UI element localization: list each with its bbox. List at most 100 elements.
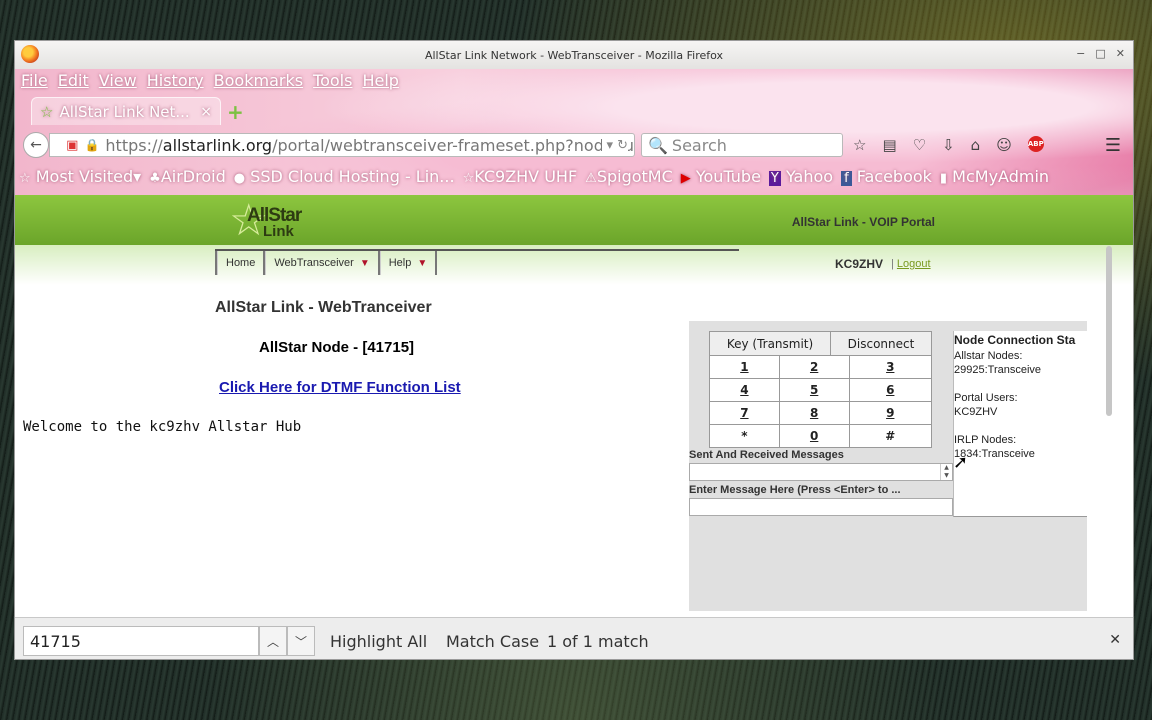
- portal-title: AllStar Link - VOIP Portal: [791, 215, 935, 229]
- star-icon: ☆: [462, 171, 475, 186]
- key-0[interactable]: 0: [778, 424, 850, 448]
- dtmf-function-link[interactable]: Click Here for DTMF Function List: [219, 379, 461, 396]
- dtmf-keypad: Key (Transmit) Disconnect: [709, 331, 932, 356]
- find-result-count: 1 of 1 match: [547, 632, 649, 651]
- pocket-icon[interactable]: ♡: [913, 136, 926, 154]
- key-6[interactable]: 6: [848, 378, 933, 402]
- back-button[interactable]: ←: [23, 132, 49, 158]
- bookmark-ssd-cloud[interactable]: ● SSD Cloud Hosting - Lin...: [234, 167, 455, 186]
- url-bar[interactable]: ▣ 🔒 https://allstarlink.org/portal/webtr…: [49, 133, 635, 157]
- user-callsign: KC9ZHV: [835, 257, 884, 271]
- bookmark-youtube[interactable]: ▶ YouTube: [681, 167, 761, 186]
- minimize-icon[interactable]: −: [1076, 47, 1085, 60]
- download-icon[interactable]: ⇩: [942, 136, 955, 154]
- page-content: ☆ AllStar Link AllStar Link - VOIP Porta…: [15, 195, 1133, 617]
- nav-menu: Home WebTransceiver ▼ Help ▼: [215, 251, 438, 275]
- key-3[interactable]: 3: [848, 355, 933, 379]
- key-9[interactable]: 9: [848, 401, 933, 425]
- bookmarks-bar: ☆ Most Visited▾ ♣AirDroid ● SSD Cloud Ho…: [19, 167, 1049, 186]
- spinner-icon[interactable]: ▲ ▼: [940, 464, 952, 480]
- url-scheme: https://: [105, 135, 163, 155]
- site-identity-icon[interactable]: ▣: [66, 138, 78, 153]
- bookmark-airdroid[interactable]: ♣AirDroid: [149, 167, 226, 186]
- reload-icon[interactable]: ▾ ↻: [602, 137, 628, 153]
- window-controls: − □ ✕: [1076, 47, 1125, 60]
- key-5[interactable]: 5: [778, 378, 850, 402]
- new-tab-button[interactable]: +: [227, 100, 244, 124]
- menu-edit[interactable]: Edit: [58, 71, 89, 90]
- navigation-bar: ← ▣ 🔒 https://allstarlink.org/portal/web…: [15, 129, 1133, 161]
- find-previous-button[interactable]: ︿: [259, 626, 287, 656]
- irlp-nodes-value: 1834:Transceive: [954, 448, 1035, 460]
- bookmark-facebook[interactable]: f Facebook: [841, 167, 932, 186]
- mouse-cursor-icon: ➚: [953, 452, 969, 473]
- url-host: allstarlink.org: [162, 135, 273, 155]
- nav-webtransceiver[interactable]: WebTransceiver ▼: [265, 251, 380, 275]
- irlp-nodes-label: IRLP Nodes:: [954, 434, 1017, 446]
- key-7[interactable]: 7: [709, 401, 780, 425]
- messages-label: Sent And Received Messages: [689, 449, 844, 461]
- ssd-cloud-icon: ●: [233, 171, 246, 186]
- bookmark-spigotmc[interactable]: ⚠SpigotMC: [585, 167, 673, 186]
- search-input[interactable]: 🔍 Search: [641, 133, 843, 157]
- facebook-icon: f: [841, 171, 852, 186]
- key-star[interactable]: *: [709, 424, 780, 448]
- bookmark-most-visited[interactable]: ☆ Most Visited▾: [19, 167, 141, 186]
- tab-allstar[interactable]: ☆ AllStar Link Net... ×: [31, 97, 221, 125]
- find-close-icon[interactable]: ✕: [1109, 632, 1121, 648]
- find-next-button[interactable]: ﹀: [287, 626, 315, 656]
- key-hash[interactable]: #: [848, 424, 933, 448]
- menu-tools[interactable]: Tools: [313, 71, 352, 90]
- maximize-icon[interactable]: □: [1095, 47, 1105, 60]
- menu-bookmarks[interactable]: Bookmarks: [214, 71, 303, 90]
- reading-list-icon[interactable]: ▤: [882, 136, 896, 154]
- page-scrollbar[interactable]: [1103, 166, 1115, 422]
- nav-help[interactable]: Help ▼: [379, 251, 438, 275]
- star-icon: ☆: [40, 102, 54, 121]
- bookmark-star-icon[interactable]: ☆: [853, 136, 866, 154]
- bookmark-kc9zhv-uhf[interactable]: ☆KC9ZHV UHF: [463, 167, 578, 186]
- find-bar: 41715 ︿ ﹀ Highlight All Match Case 1 of …: [15, 617, 1133, 659]
- portal-users-label: Portal Users:: [954, 392, 1018, 404]
- chevron-up-icon: ︿: [266, 634, 279, 649]
- scrollbar-thumb[interactable]: [1106, 246, 1112, 416]
- menu-view[interactable]: View: [99, 71, 137, 90]
- menu-file[interactable]: File: [21, 71, 48, 90]
- disconnect-button[interactable]: Disconnect: [830, 331, 932, 356]
- bookmark-mcmyadmin[interactable]: ▮ McMyAdmin: [940, 167, 1049, 186]
- logout-area: | Logout: [891, 258, 931, 270]
- chevron-down-icon: ﹀: [294, 634, 307, 649]
- chat-icon[interactable]: ☺: [996, 136, 1012, 154]
- title-bar: AllStar Link Network - WebTransceiver - …: [15, 41, 1133, 69]
- menu-history[interactable]: History: [147, 71, 204, 90]
- key-1[interactable]: 1: [709, 355, 780, 379]
- page-title: AllStar Link - WebTranceiver: [215, 299, 432, 316]
- menu-help[interactable]: Help: [362, 71, 398, 90]
- highlight-all-toggle[interactable]: Highlight All: [330, 632, 427, 651]
- tab-close-icon[interactable]: ×: [200, 104, 212, 120]
- key-4[interactable]: 4: [709, 378, 780, 402]
- key-8[interactable]: 8: [778, 401, 850, 425]
- adblock-icon[interactable]: ABP: [1027, 136, 1044, 152]
- bookmark-yahoo[interactable]: Y Yahoo: [768, 167, 833, 186]
- nav-home[interactable]: Home: [217, 251, 266, 275]
- messages-box[interactable]: ▲ ▼: [689, 463, 953, 481]
- status-heading: Node Connection Sta: [954, 333, 1076, 347]
- key-transmit-button[interactable]: Key (Transmit): [709, 331, 831, 356]
- menu-hamburger-icon[interactable]: ☰: [1105, 135, 1121, 156]
- node-connection-status: Node Connection Sta Allstar Nodes: 29925…: [953, 331, 1087, 517]
- key-2[interactable]: 2: [778, 355, 850, 379]
- find-input[interactable]: 41715: [23, 626, 259, 656]
- portal-users-value: KC9ZHV: [954, 406, 998, 418]
- home-icon[interactable]: ⌂: [971, 136, 981, 154]
- message-input[interactable]: [689, 498, 953, 516]
- folder-star-icon: ☆: [19, 171, 31, 186]
- spigot-icon: ⚠: [585, 171, 597, 186]
- dropdown-arrow-icon: ▼: [359, 257, 370, 269]
- node-title: AllStar Node - [41715]: [259, 339, 415, 356]
- match-case-toggle[interactable]: Match Case: [446, 632, 539, 651]
- logout-link[interactable]: Logout: [897, 258, 931, 270]
- search-icon: 🔍: [648, 135, 668, 155]
- close-icon[interactable]: ✕: [1116, 47, 1125, 60]
- browser-chrome: File Edit View History Bookmarks Tools H…: [15, 69, 1133, 195]
